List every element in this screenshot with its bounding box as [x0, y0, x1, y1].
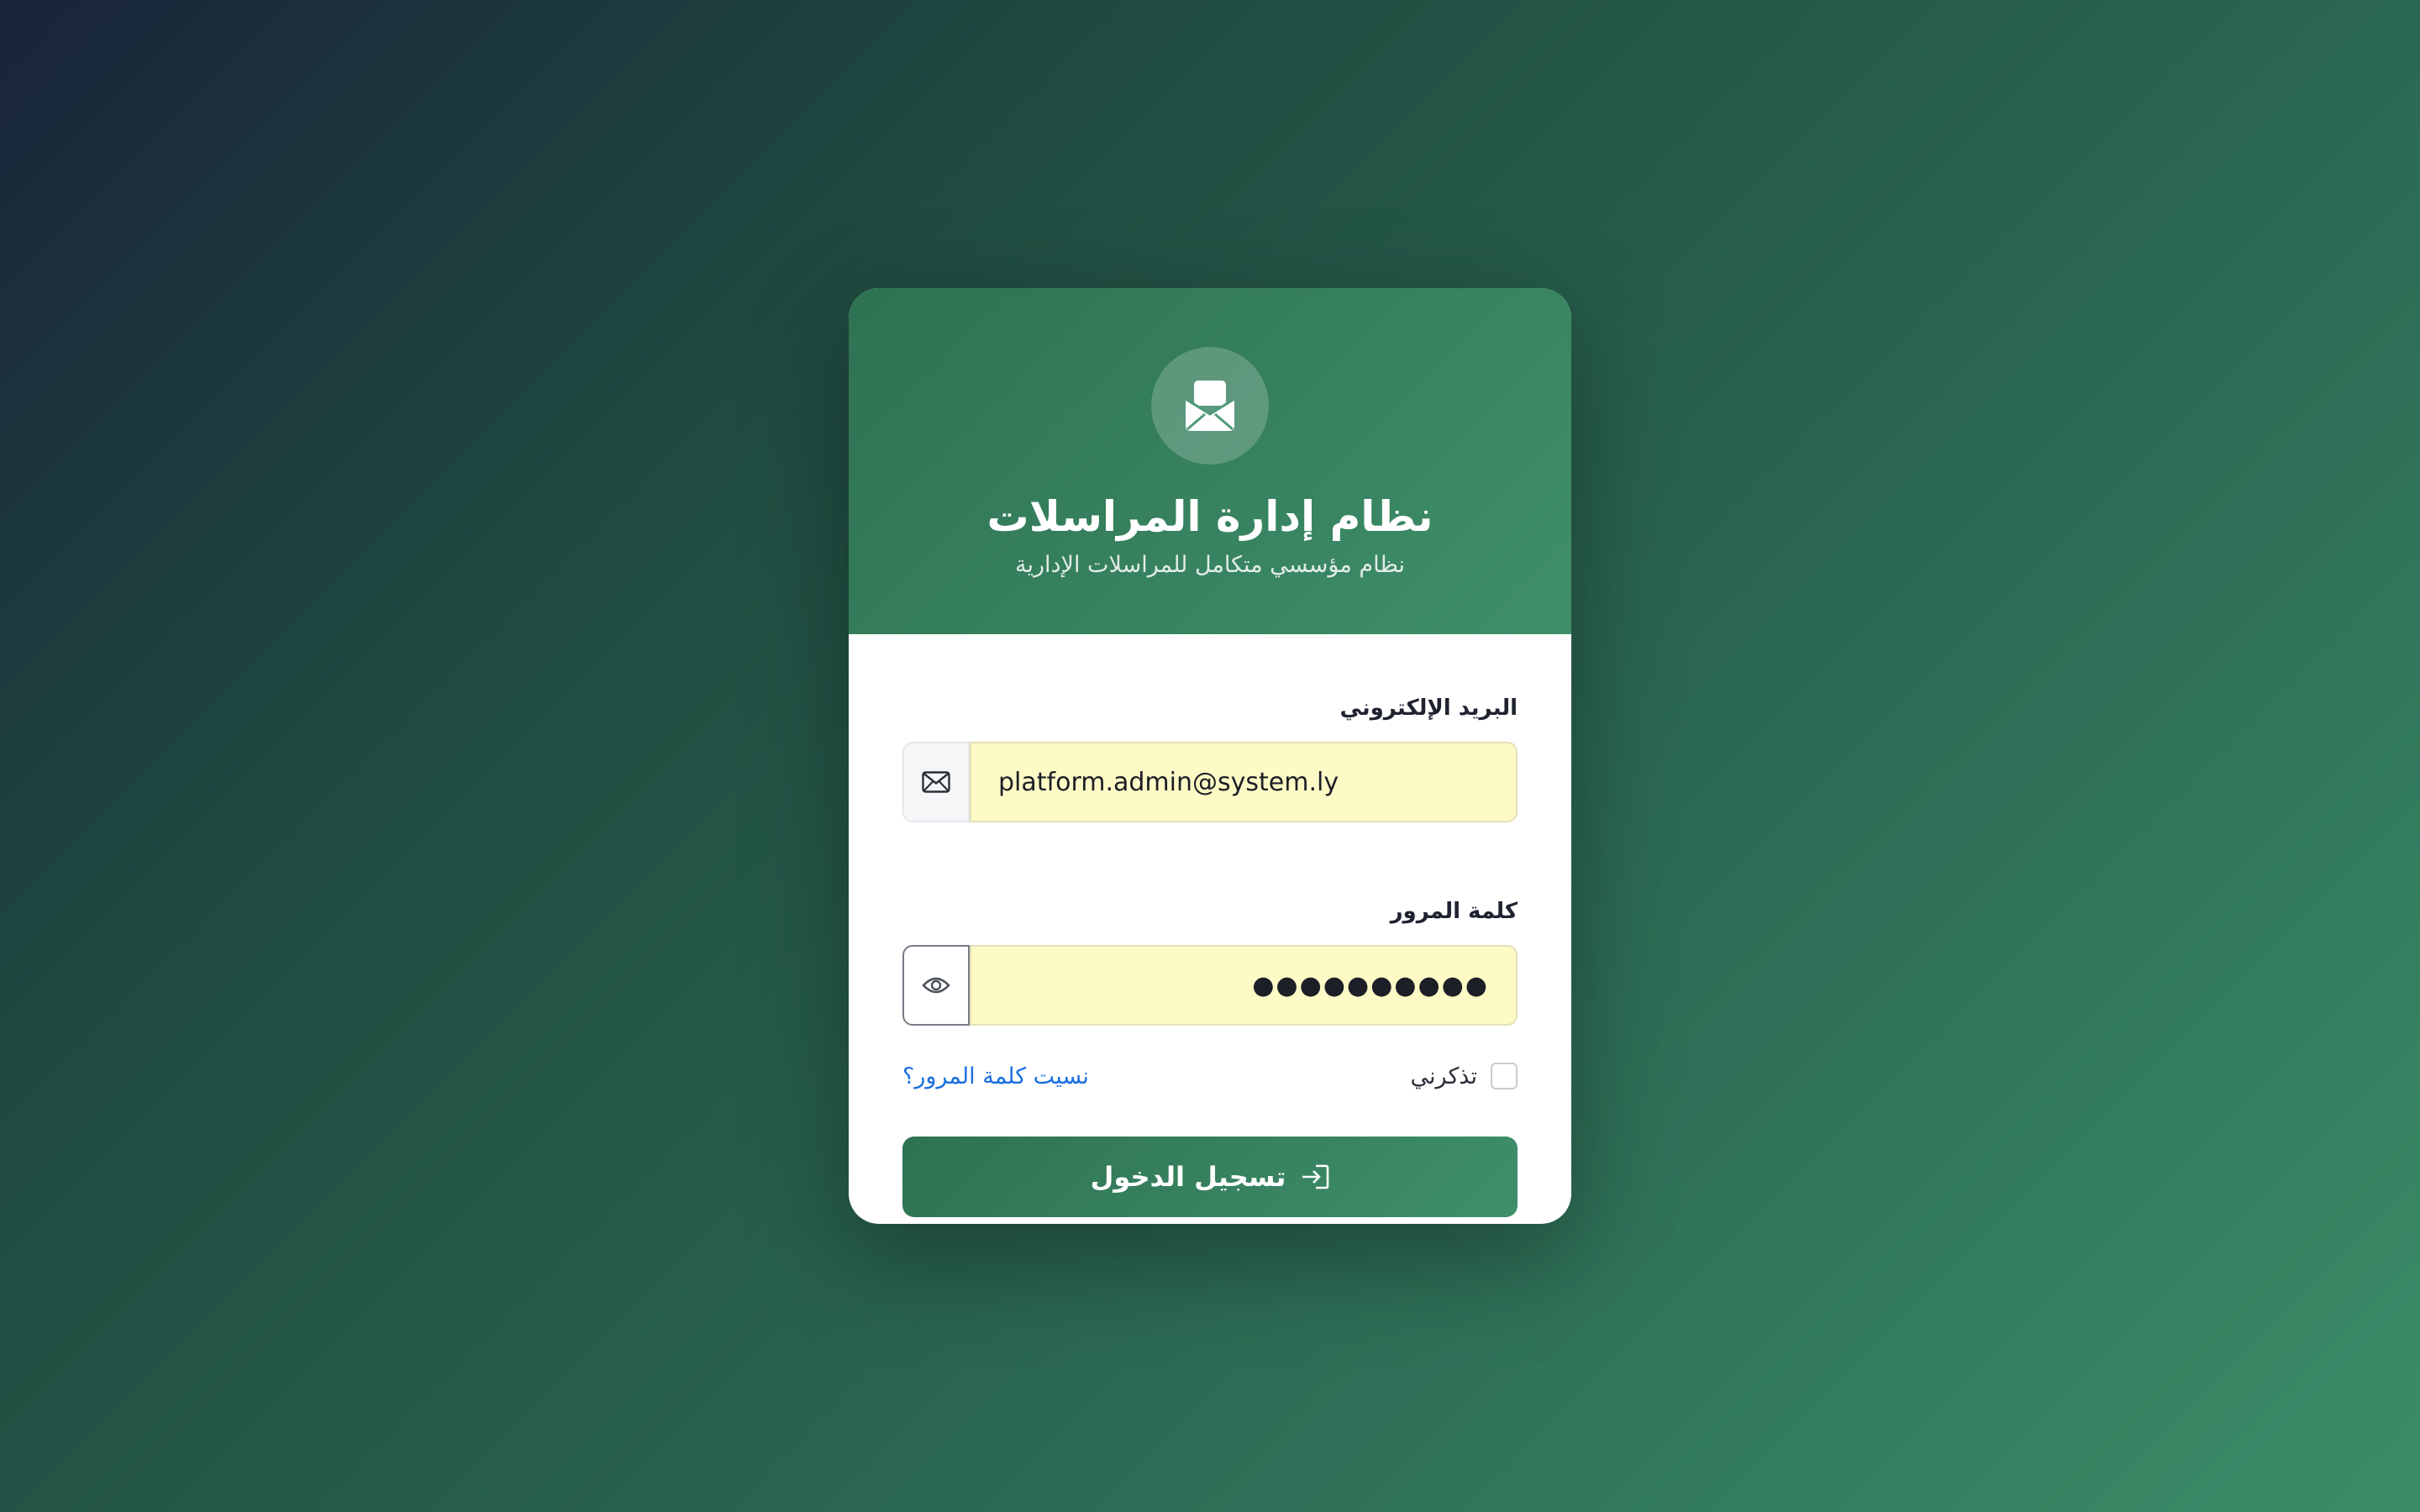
- login-form: البريد الإلكتروني platform.admin@system.…: [849, 634, 1571, 1217]
- logo-badge: [1151, 347, 1269, 465]
- app-title: نظام إدارة المراسلات: [986, 492, 1434, 541]
- login-button-label: تسجيل الدخول: [1090, 1161, 1286, 1193]
- options-row: تذكرني نسيت كلمة المرور؟: [902, 1059, 1518, 1093]
- login-card: نظام إدارة المراسلات نظام مؤسسي متكامل ل…: [849, 288, 1571, 1224]
- remember-me: تذكرني: [1411, 1063, 1518, 1089]
- card-header: نظام إدارة المراسلات نظام مؤسسي متكامل ل…: [849, 288, 1571, 634]
- sign-in-icon: [1302, 1164, 1329, 1189]
- email-input-group: platform.admin@system.ly: [902, 742, 1518, 822]
- remember-label[interactable]: تذكرني: [1411, 1063, 1477, 1089]
- app-subtitle: نظام مؤسسي متكامل للمراسلات الإدارية: [1015, 552, 1405, 578]
- toggle-password-button[interactable]: [902, 945, 970, 1026]
- password-label: كلمة المرور: [1390, 899, 1518, 924]
- remember-checkbox[interactable]: [1491, 1063, 1518, 1089]
- password-field[interactable]: ●●●●●●●●●●: [970, 945, 1518, 1026]
- envelope-icon: [922, 771, 950, 793]
- password-input-group: ●●●●●●●●●●: [902, 945, 1518, 1026]
- email-label: البريد الإلكتروني: [1339, 696, 1518, 721]
- forgot-password-link[interactable]: نسيت كلمة المرور؟: [902, 1063, 1089, 1089]
- email-addon: [902, 742, 970, 822]
- login-button[interactable]: تسجيل الدخول: [902, 1137, 1518, 1217]
- password-block: كلمة المرور ●●●●●●●●●●: [902, 896, 1518, 1026]
- email-field[interactable]: platform.admin@system.ly: [970, 742, 1518, 822]
- eye-icon: [922, 977, 950, 994]
- envelope-open-icon: [1185, 381, 1235, 431]
